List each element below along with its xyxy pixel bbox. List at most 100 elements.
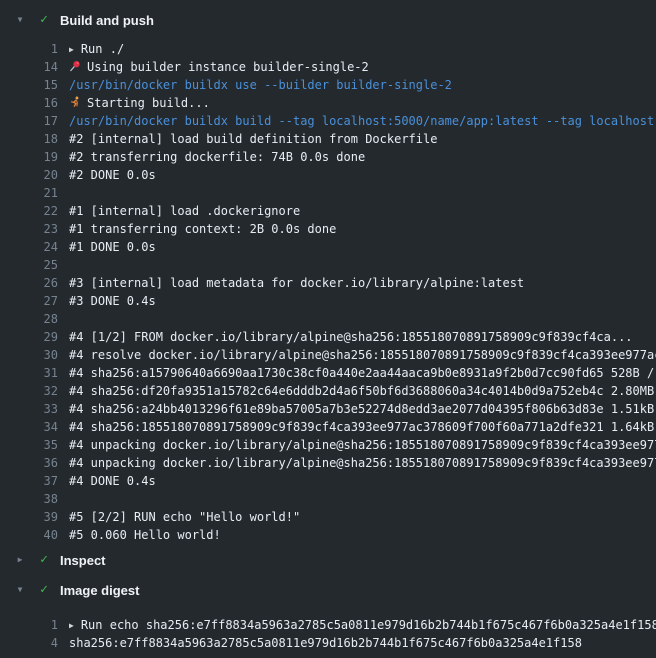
line-number[interactable]: 28 [0,310,58,328]
log-text: #5 0.060 Hello world! [58,526,656,544]
section-header-build-and-push[interactable]: ▼ ✓ Build and push [0,10,656,30]
line-number[interactable]: 25 [0,256,58,274]
success-check-icon: ✓ [36,550,52,570]
log-text: #5 [2/2] RUN echo "Hello world!" [58,508,656,526]
success-check-icon: ✓ [36,10,52,30]
log-line: 26 #3 [internal] load metadata for docke… [0,274,656,292]
line-number[interactable]: 36 [0,454,58,472]
log-line: 40 #5 0.060 Hello world! [0,526,656,544]
log-text: ▶ Run echo sha256:e7ff8834a5963a2785c5a08… [58,616,656,634]
line-number[interactable]: 16 [0,94,58,112]
job-log-viewer: ▼ ✓ Build and push 1 ▶Run ./ 14 Using bu… [0,0,656,658]
log-text [58,184,656,202]
section-title: Image digest [60,583,139,598]
success-check-icon: ✓ [36,580,52,600]
log-line: 23 #1 transferring context: 2B 0.0s done [0,220,656,238]
log-text-content: Starting build... [87,96,210,110]
line-number[interactable]: 30 [0,346,58,364]
log-text: #4 resolve docker.io/library/alpine@sha2… [58,346,656,364]
log-line: 18 #2 [internal] load build definition f… [0,130,656,148]
log-text: #3 [internal] load metadata for docker.i… [58,274,656,292]
line-number[interactable]: 23 [0,220,58,238]
log-text: ▶ Run ./ [58,40,656,58]
chevron-right-icon[interactable]: ▶ [12,550,28,570]
line-number[interactable]: 38 [0,490,58,508]
line-number[interactable]: 14 [0,58,58,76]
line-number[interactable]: 22 [0,202,58,220]
log-text: #4 unpacking docker.io/library/alpine@sh… [58,436,656,454]
chevron-down-icon[interactable]: ▼ [12,10,28,30]
line-number[interactable]: 27 [0,292,58,310]
line-number[interactable]: 33 [0,400,58,418]
log-text: sha256:e7ff8834a5963a2785c5a0811e979d16b… [58,634,656,652]
line-number[interactable]: 18 [0,130,58,148]
log-text: #4 sha256:185518070891758909c9f839cf4ca3… [58,418,656,436]
section-title: Build and push [60,13,154,28]
log-text: #1 DONE 0.0s [58,238,656,256]
log-line: 19 #2 transferring dockerfile: 74B 0.0s … [0,148,656,166]
log-line: 24 #1 DONE 0.0s [0,238,656,256]
log-line: 29 #4 [1/2] FROM docker.io/library/alpin… [0,328,656,346]
log-text: #4 sha256:df20fa9351a15782c64e6dddb2d4a6… [58,382,656,400]
line-number[interactable]: 26 [0,274,58,292]
line-number[interactable]: 40 [0,526,58,544]
log-text-content: Run echo sha256:e7ff8834a5963a2785c5a081… [81,618,656,632]
log-text [58,490,656,508]
section-header-inspect[interactable]: ▶ ✓ Inspect [0,550,656,570]
line-number[interactable]: 31 [0,364,58,382]
log-line: 4 sha256:e7ff8834a5963a2785c5a0811e979d1… [0,634,656,652]
chevron-down-icon[interactable]: ▼ [12,580,28,600]
line-number[interactable]: 39 [0,508,58,526]
line-number[interactable]: 20 [0,166,58,184]
section-header-image-digest[interactable]: ▼ ✓ Image digest [0,580,656,600]
log-text: #4 DONE 0.4s [58,472,656,490]
section-title: Inspect [60,553,106,568]
line-number[interactable]: 32 [0,382,58,400]
line-number[interactable]: 15 [0,76,58,94]
log-text-command: /usr/bin/docker buildx build --tag local… [58,112,656,130]
line-number[interactable]: 4 [0,634,58,652]
log-text-content: Run ./ [81,42,124,56]
log-line: 38 [0,490,656,508]
log-text: #4 [1/2] FROM docker.io/library/alpine@s… [58,328,656,346]
line-number[interactable]: 19 [0,148,58,166]
log-text-content: Using builder instance builder-single-2 [87,60,369,74]
line-number[interactable]: 1 [0,616,58,634]
line-number[interactable]: 17 [0,112,58,130]
log-line: 35 #4 unpacking docker.io/library/alpine… [0,436,656,454]
log-text: #2 [internal] load build definition from… [58,130,656,148]
expand-arrow-icon[interactable]: ▶ [69,617,74,634]
log-line: 36 #4 unpacking docker.io/library/alpine… [0,454,656,472]
line-number[interactable]: 37 [0,472,58,490]
log-text [58,256,656,274]
log-line: 15 /usr/bin/docker buildx use --builder … [0,76,656,94]
line-number[interactable]: 35 [0,436,58,454]
pushpin-icon [69,60,81,72]
log-text: #1 transferring context: 2B 0.0s done [58,220,656,238]
expand-arrow-icon[interactable]: ▶ [69,41,74,58]
section-body-image-digest: 1 ▶ Run echo sha256:e7ff8834a5963a2785c5a… [0,600,656,658]
log-line: 31 #4 sha256:a15790640a6690aa1730c38cf0a… [0,364,656,382]
log-line: 17 /usr/bin/docker buildx build --tag lo… [0,112,656,130]
log-text: #2 DONE 0.0s [58,166,656,184]
log-text: #4 sha256:a24bb4013296f61e89ba57005a7b3e… [58,400,656,418]
line-number[interactable]: 1 [0,40,58,58]
log-line: 39 #5 [2/2] RUN echo "Hello world!" [0,508,656,526]
log-line: 33 #4 sha256:a24bb4013296f61e89ba57005a7… [0,400,656,418]
line-number[interactable]: 29 [0,328,58,346]
log-line: 37 #4 DONE 0.4s [0,472,656,490]
log-text [58,310,656,328]
log-line: 22 #1 [internal] load .dockerignore [0,202,656,220]
log-line: 16 Starting build... [0,94,656,112]
log-line: 27 #3 DONE 0.4s [0,292,656,310]
log-line: 32 #4 sha256:df20fa9351a15782c64e6dddb2d… [0,382,656,400]
section-spacer [0,570,656,580]
log-line: 1 ▶ Run ./ [0,40,656,58]
log-text: Starting build... [58,94,656,112]
line-number[interactable]: 24 [0,238,58,256]
line-number[interactable]: 21 [0,184,58,202]
log-line: 1 ▶ Run echo sha256:e7ff8834a5963a2785c5a… [0,616,656,634]
line-number[interactable]: 34 [0,418,58,436]
log-text: #1 [internal] load .dockerignore [58,202,656,220]
runner-icon [69,96,81,108]
